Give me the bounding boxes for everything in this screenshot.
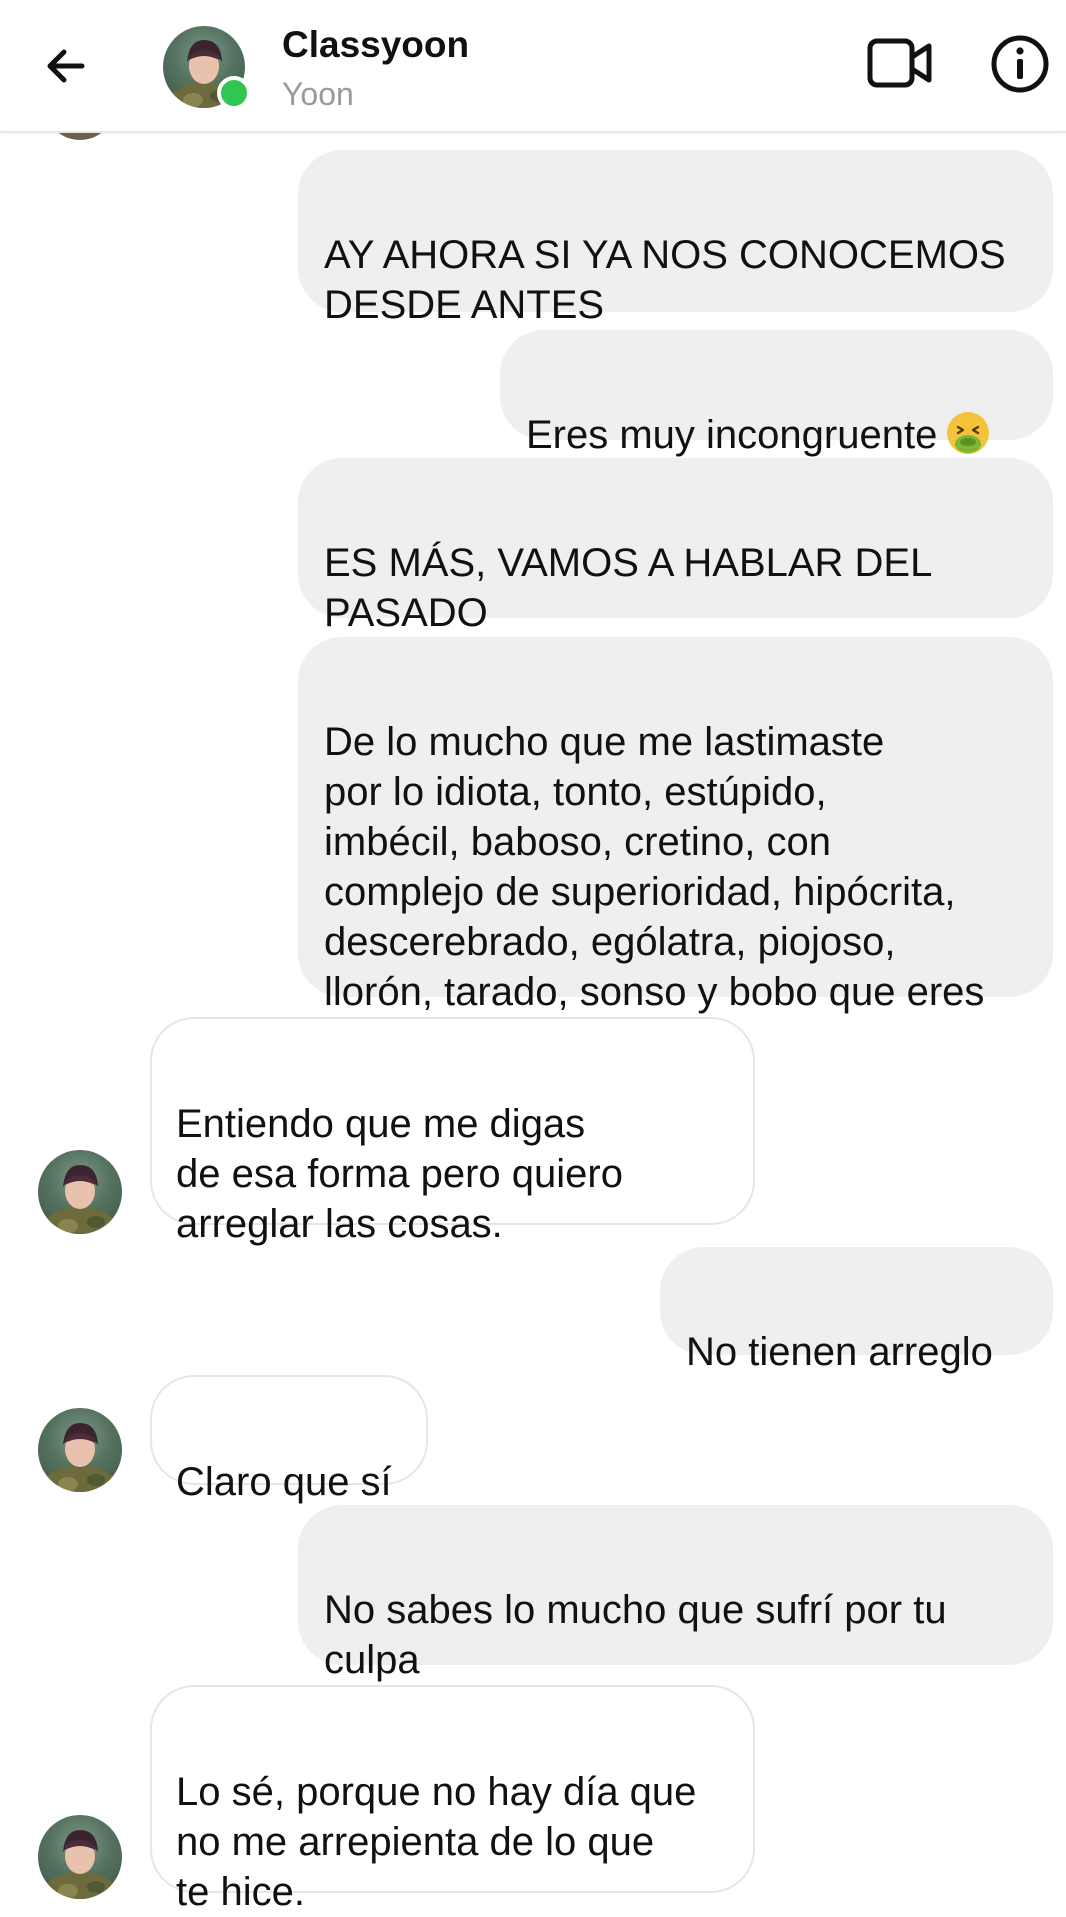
message-text: Eres muy incongruente xyxy=(526,413,938,457)
video-call-button[interactable] xyxy=(862,28,938,98)
message-bubble-outgoing[interactable]: ES MÁS, VAMOS A HABLAR DEL PASADO xyxy=(298,458,1053,635)
message-text: No tienen arreglo xyxy=(686,1330,993,1374)
avatar-photo xyxy=(40,1423,120,1492)
message-text: AY AHORA SI YA NOS CONOCEMOS DESDE ANTES xyxy=(324,233,1006,327)
contact-name[interactable]: Classyoon xyxy=(282,24,469,66)
message-bubble-incoming[interactable]: Lo sé, porque no hay día que no me arrep… xyxy=(150,1685,755,1914)
avatar-photo xyxy=(40,1165,120,1234)
message-text: Lo sé, porque no hay día que no me arrep… xyxy=(176,1770,697,1914)
contact-username: Yoon xyxy=(282,76,354,112)
message-text: De lo mucho que me lastimaste por lo idi… xyxy=(324,720,985,1014)
message-text: No sabes lo mucho que sufrí por tu culpa xyxy=(324,1588,947,1682)
back-button[interactable] xyxy=(30,30,102,102)
message-bubble-outgoing[interactable]: No sabes lo mucho que sufrí por tu culpa xyxy=(298,1505,1053,1682)
message-bubble-incoming[interactable]: Entiendo que me digas de esa forma pero … xyxy=(150,1017,755,1246)
info-button[interactable] xyxy=(982,26,1058,102)
online-status-dot xyxy=(217,76,251,110)
message-bubble-outgoing[interactable]: No tienen arreglo xyxy=(660,1247,1053,1374)
avatar[interactable] xyxy=(38,1150,122,1234)
message-text: Entiendo que me digas de esa forma pero … xyxy=(176,1102,623,1246)
message-text: ES MÁS, VAMOS A HABLAR DEL PASADO xyxy=(324,541,933,635)
chat-header: Classyoon Yoon xyxy=(0,0,1066,133)
contact-avatar[interactable] xyxy=(163,26,251,110)
nauseated-face-emoji xyxy=(947,412,990,454)
message-text: Claro que sí xyxy=(176,1460,392,1504)
message-bubble-incoming[interactable]: Claro que sí xyxy=(150,1375,428,1504)
info-icon xyxy=(991,35,1049,93)
video-camera-icon xyxy=(867,38,932,88)
avatar[interactable] xyxy=(38,1815,122,1899)
avatar[interactable] xyxy=(38,1408,122,1492)
back-arrow-icon xyxy=(47,49,85,83)
message-bubble-outgoing[interactable]: AY AHORA SI YA NOS CONOCEMOS DESDE ANTES xyxy=(298,150,1053,327)
avatar-photo xyxy=(40,1830,120,1899)
message-bubble-outgoing[interactable]: Eres muy incongruente xyxy=(500,330,1053,457)
message-bubble-outgoing[interactable]: De lo mucho que me lastimaste por lo idi… xyxy=(298,637,1053,1014)
